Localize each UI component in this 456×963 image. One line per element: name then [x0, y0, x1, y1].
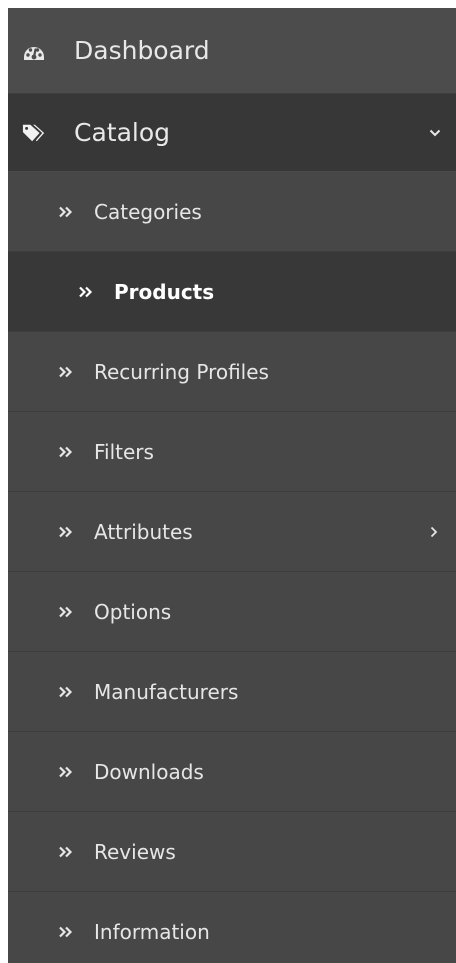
double-angle-right-icon	[78, 286, 100, 298]
submenu-item-information[interactable]: Information	[8, 892, 456, 963]
submenu-item-label: Products	[114, 279, 215, 304]
submenu-item-filters[interactable]: Filters	[8, 412, 456, 492]
submenu-item-categories[interactable]: Categories	[8, 172, 456, 252]
chevron-down-icon	[424, 129, 446, 137]
tags-icon	[22, 121, 46, 145]
menu-item-dashboard-label: Dashboard	[74, 36, 210, 65]
menu-item-catalog[interactable]: Catalog	[8, 94, 456, 172]
submenu-item-label: Information	[94, 919, 210, 944]
submenu-item-attributes[interactable]: Attributes	[8, 492, 456, 572]
double-angle-right-icon	[58, 926, 80, 938]
sidebar-menu: Dashboard Catalog Categories Products Recu…	[8, 8, 456, 963]
submenu-item-manufacturers[interactable]: Manufacturers	[8, 652, 456, 732]
submenu-item-label: Manufacturers	[94, 679, 239, 704]
double-angle-right-icon	[58, 686, 80, 698]
submenu-item-label: Recurring Profiles	[94, 359, 269, 384]
double-angle-right-icon	[58, 366, 80, 378]
submenu-item-reviews[interactable]: Reviews	[8, 812, 456, 892]
chevron-right-icon	[426, 526, 442, 538]
double-angle-right-icon	[58, 206, 80, 218]
submenu-item-label: Downloads	[94, 759, 204, 784]
submenu-item-recurring-profiles[interactable]: Recurring Profiles	[8, 332, 456, 412]
menu-item-dashboard[interactable]: Dashboard	[8, 8, 456, 94]
submenu-item-label: Options	[94, 599, 172, 624]
double-angle-right-icon	[58, 446, 80, 458]
menu-item-catalog-label: Catalog	[74, 118, 171, 147]
double-angle-right-icon	[58, 846, 80, 858]
submenu-item-options[interactable]: Options	[8, 572, 456, 652]
submenu-item-label: Reviews	[94, 839, 176, 864]
submenu-item-label: Attributes	[94, 519, 193, 544]
dashboard-gauge-icon	[22, 39, 46, 63]
submenu-item-label: Filters	[94, 439, 154, 464]
double-angle-right-icon	[58, 526, 80, 538]
submenu-item-products[interactable]: Products	[8, 252, 456, 332]
catalog-submenu: Categories Products Recurring Profiles Filt…	[8, 172, 456, 963]
double-angle-right-icon	[58, 766, 80, 778]
double-angle-right-icon	[58, 606, 80, 618]
submenu-item-label: Categories	[94, 199, 202, 224]
submenu-item-downloads[interactable]: Downloads	[8, 732, 456, 812]
